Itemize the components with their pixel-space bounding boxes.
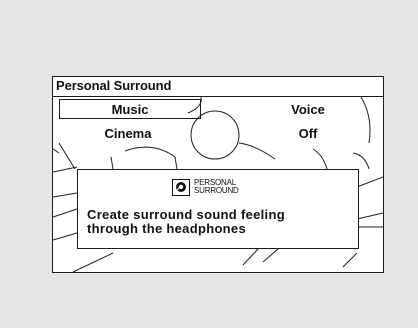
voice-button[interactable]: Voice: [233, 98, 383, 121]
logo-text: PERSONAL SURROUND: [194, 179, 239, 195]
personal-surround-screen: Personal Surround Music Voice Cinema Off…: [52, 76, 384, 273]
title-bar: Personal Surround: [53, 77, 383, 97]
personal-surround-logo-icon: [172, 178, 190, 196]
personal-surround-logo: PERSONAL SURROUND: [172, 176, 268, 198]
page-title: Personal Surround: [56, 78, 172, 93]
music-button[interactable]: Music: [59, 99, 201, 119]
info-panel: PERSONAL SURROUND Create surround sound …: [77, 169, 359, 249]
info-message: Create surround sound feeling through th…: [87, 207, 285, 236]
off-button[interactable]: Off: [233, 122, 383, 145]
logo-text-line2: SURROUND: [194, 186, 239, 195]
cinema-button[interactable]: Cinema: [53, 122, 203, 145]
surround-mode-menu: Music Voice Cinema Off: [53, 97, 383, 145]
